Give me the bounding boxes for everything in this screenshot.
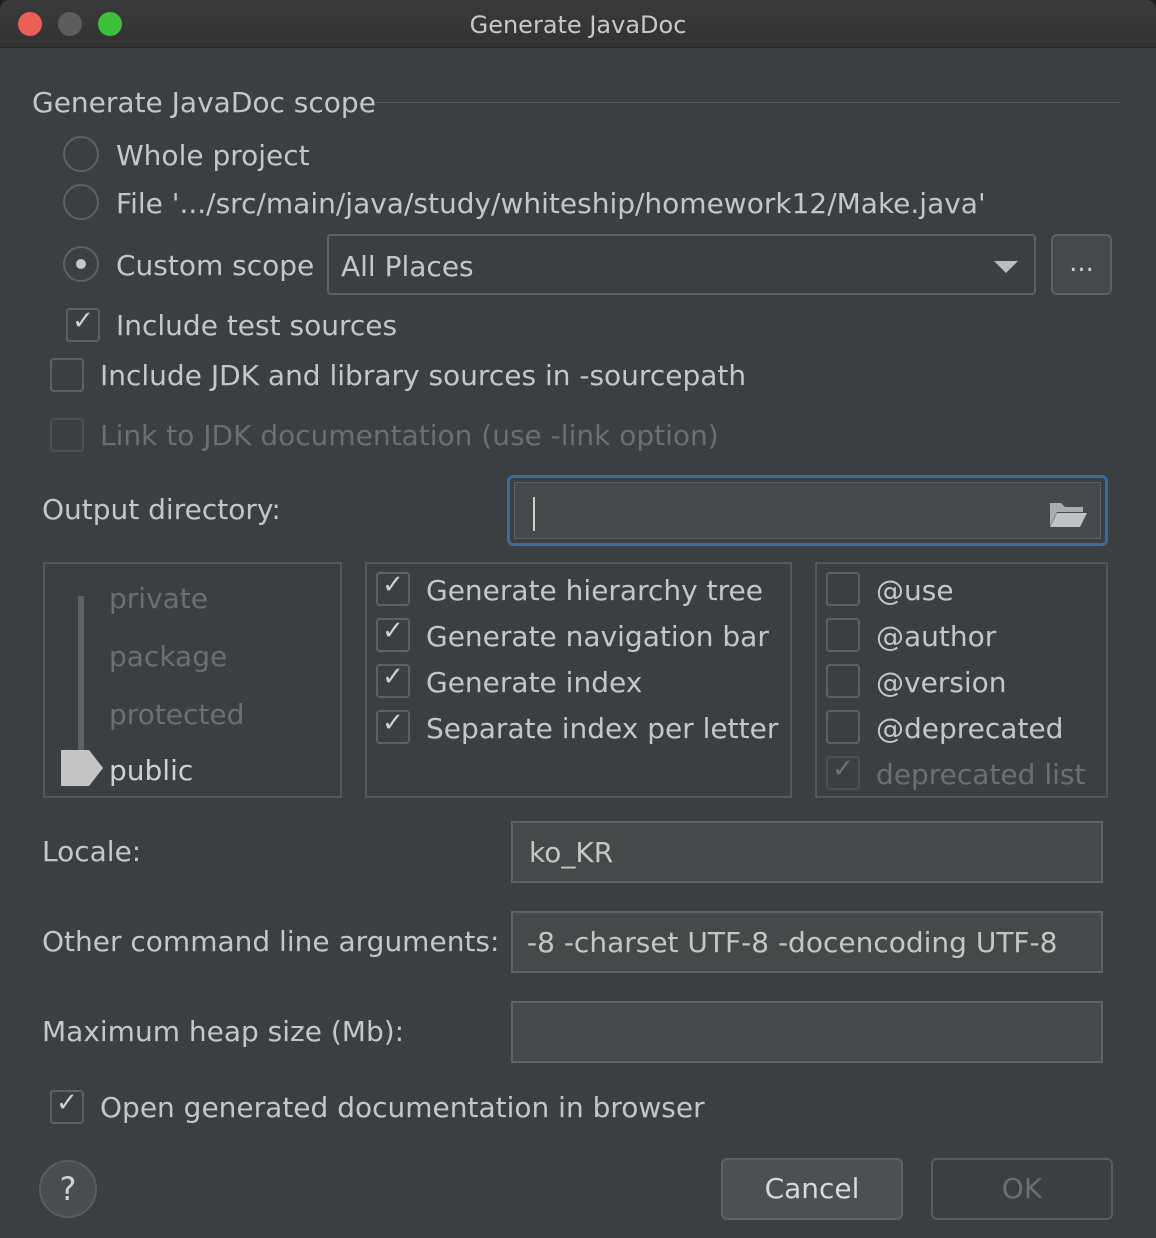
checkmark-icon: ✓ [382, 616, 404, 646]
visibility-public[interactable]: public [109, 754, 193, 787]
output-directory-field[interactable] [507, 475, 1108, 546]
locale-input[interactable]: ko_KR [511, 821, 1103, 883]
use-tag-label[interactable]: @use [876, 574, 954, 607]
other-args-value: -8 -charset UTF-8 -docencoding UTF-8 [527, 926, 1058, 959]
author-tag-checkbox[interactable] [826, 618, 860, 652]
custom-scope-radio[interactable] [63, 246, 99, 282]
output-directory-label: Output directory: [42, 493, 281, 526]
visibility-package[interactable]: package [109, 640, 227, 673]
section-divider [374, 102, 1120, 103]
open-in-browser-label[interactable]: Open generated documentation in browser [100, 1091, 705, 1124]
checkmark-icon: ✓ [72, 306, 94, 336]
deprecated-tag-label[interactable]: @deprecated [876, 712, 1063, 745]
checkmark-icon: ✓ [382, 662, 404, 692]
deprecated-list-checkbox: ✓ [826, 754, 860, 790]
text-caret [533, 497, 535, 531]
visibility-slider-thumb[interactable] [61, 750, 105, 786]
max-heap-input[interactable] [511, 1001, 1103, 1063]
locale-label: Locale: [42, 835, 142, 868]
help-button[interactable]: ? [39, 1160, 97, 1218]
open-in-browser-checkbox[interactable]: ✓ [50, 1088, 84, 1124]
file-scope-radio[interactable] [63, 184, 99, 220]
scope-section-title: Generate JavaDoc scope [32, 86, 376, 119]
version-tag-label[interactable]: @version [876, 666, 1007, 699]
hierarchy-tree-checkbox[interactable]: ✓ [376, 570, 410, 606]
visibility-private[interactable]: private [109, 582, 208, 615]
generate-javadoc-dialog: Generate JavaDoc Generate JavaDoc scope … [0, 0, 1156, 1238]
file-scope-label[interactable]: File '.../src/main/java/study/whiteship/… [116, 187, 986, 220]
hierarchy-tree-label[interactable]: Generate hierarchy tree [426, 574, 763, 607]
deprecated-list-label: deprecated list [876, 758, 1086, 791]
cancel-button[interactable]: Cancel [721, 1158, 903, 1220]
checkmark-icon: ✓ [382, 708, 404, 738]
visibility-protected[interactable]: protected [109, 698, 244, 731]
include-jdk-sources-checkbox[interactable] [50, 358, 84, 392]
generate-index-checkbox[interactable]: ✓ [376, 662, 410, 698]
generation-options-panel: ✓ Generate hierarchy tree ✓ Generate nav… [365, 562, 792, 798]
visibility-slider-track[interactable] [78, 596, 84, 768]
whole-project-label[interactable]: Whole project [116, 139, 310, 172]
navigation-bar-checkbox[interactable]: ✓ [376, 616, 410, 652]
ok-button[interactable]: OK [931, 1158, 1113, 1220]
link-jdk-docs-label: Link to JDK documentation (use -link opt… [100, 419, 719, 452]
other-args-input[interactable]: -8 -charset UTF-8 -docencoding UTF-8 [511, 911, 1103, 973]
include-test-sources-label[interactable]: Include test sources [116, 309, 397, 342]
include-test-sources-checkbox[interactable]: ✓ [66, 306, 100, 342]
custom-scope-label[interactable]: Custom scope [116, 249, 314, 282]
other-args-label: Other command line arguments: [42, 925, 500, 958]
locale-value: ko_KR [529, 836, 614, 869]
separate-index-label[interactable]: Separate index per letter [426, 712, 778, 745]
custom-scope-dropdown[interactable]: All Places [327, 234, 1036, 295]
visibility-level-panel: private package protected public [43, 562, 342, 798]
browse-scope-button[interactable]: ... [1051, 234, 1112, 295]
deprecated-tag-checkbox[interactable] [826, 710, 860, 744]
folder-open-icon[interactable] [1048, 499, 1088, 529]
navigation-bar-label[interactable]: Generate navigation bar [426, 620, 769, 653]
generate-index-label[interactable]: Generate index [426, 666, 642, 699]
custom-scope-value: All Places [341, 250, 474, 283]
include-jdk-sources-label[interactable]: Include JDK and library sources in -sour… [100, 359, 746, 392]
checkmark-icon: ✓ [56, 1088, 78, 1118]
title-bar[interactable]: Generate JavaDoc [0, 0, 1156, 48]
link-jdk-docs-checkbox [50, 418, 84, 452]
separate-index-checkbox[interactable]: ✓ [376, 708, 410, 744]
chevron-down-icon [994, 261, 1018, 273]
checkmark-icon: ✓ [382, 570, 404, 600]
checkmark-icon: ✓ [832, 754, 854, 784]
max-heap-label: Maximum heap size (Mb): [42, 1015, 405, 1048]
whole-project-radio[interactable] [63, 136, 99, 172]
tag-options-panel: @use @author @version @deprecated ✓ depr… [815, 562, 1108, 798]
output-directory-input[interactable] [514, 482, 1101, 539]
window-title: Generate JavaDoc [469, 11, 687, 39]
use-tag-checkbox[interactable] [826, 572, 860, 606]
version-tag-checkbox[interactable] [826, 664, 860, 698]
author-tag-label[interactable]: @author [876, 620, 996, 653]
